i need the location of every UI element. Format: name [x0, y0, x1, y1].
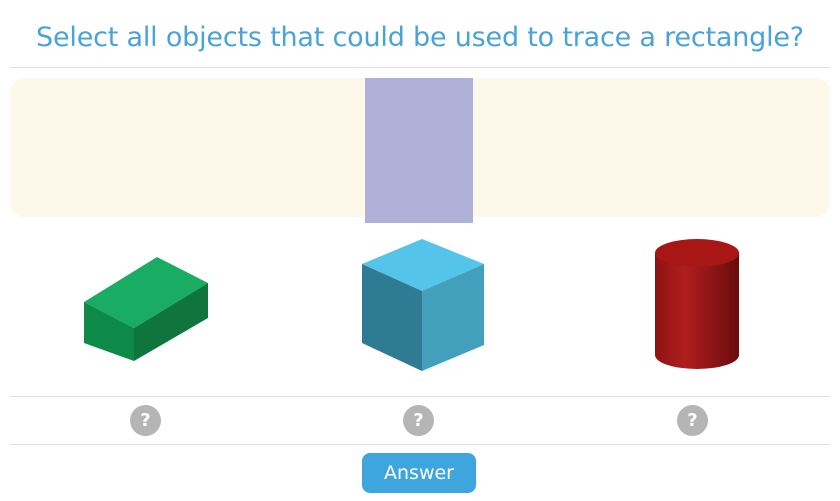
object-cube[interactable]: [360, 237, 486, 373]
help-icon[interactable]: ?: [403, 405, 434, 436]
question-title: Select all objects that could be used to…: [36, 22, 804, 53]
divider-middle: [10, 396, 830, 397]
blue-cube-icon: [362, 239, 484, 371]
help-icon[interactable]: ?: [130, 405, 161, 436]
rectangle-shape: [365, 78, 473, 223]
object-rectangular-prism[interactable]: [82, 255, 212, 365]
green-box-icon: [84, 257, 208, 361]
red-cylinder-icon: [655, 239, 739, 369]
answer-button[interactable]: Answer: [362, 453, 476, 493]
object-cylinder[interactable]: [653, 237, 741, 373]
help-icon[interactable]: ?: [677, 405, 708, 436]
divider-bottom: [10, 444, 830, 445]
divider-top: [10, 67, 830, 68]
